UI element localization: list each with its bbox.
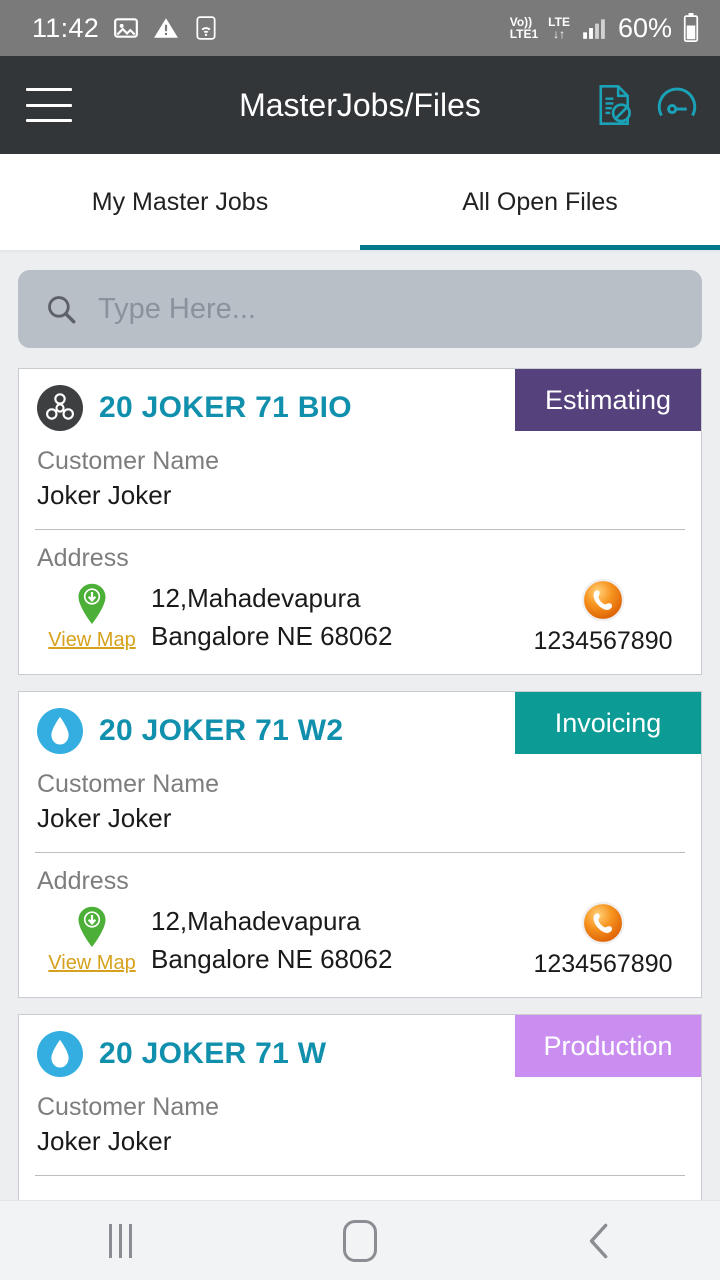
map-pin-icon (74, 581, 110, 627)
address-line-1: 12,Mahadevapura (151, 905, 361, 936)
lte-indicator: LTE ↓↑ (548, 15, 570, 41)
customer-name-field: Customer Name Joker Joker (19, 1093, 701, 1157)
warning-icon (153, 15, 179, 41)
job-card-list[interactable]: Estimating 20 JOKER 71 BIO Customer Name… (0, 368, 720, 1200)
status-bar: 11:42 Vo)) LTE1 LTE ↓↑ 60% (0, 0, 720, 56)
address-line-2: Bangalore NE 68062 (151, 620, 393, 651)
view-map-link[interactable]: View Map (48, 952, 135, 975)
phone-number: 1234567890 (533, 950, 673, 978)
home-icon[interactable] (300, 1201, 420, 1280)
tab-all-open-files[interactable]: All Open Files (360, 154, 720, 250)
address-lines: 12,Mahadevapura Bangalore NE 68062 (147, 577, 523, 656)
status-badge: Production (515, 1015, 701, 1077)
job-title: 20 JOKER 71 W2 (99, 714, 344, 747)
card-divider (35, 852, 685, 853)
customer-name-value: Joker Joker (37, 480, 172, 510)
address-label-wrap: Address (19, 867, 701, 896)
recents-icon[interactable] (60, 1201, 180, 1280)
customer-name-value: Joker Joker (37, 803, 172, 833)
gauge-icon[interactable] (656, 84, 698, 126)
tab-active-indicator (360, 245, 720, 250)
phone-number: 1234567890 (533, 627, 673, 655)
address-label: Address (37, 867, 129, 895)
phone-group[interactable]: 1234567890 (523, 900, 683, 979)
signal-bars-icon (580, 15, 608, 41)
search-placeholder: Type Here... (98, 292, 256, 325)
customer-name-label: Customer Name (37, 447, 219, 475)
customer-name-value: Joker Joker (37, 1126, 172, 1156)
map-link-group[interactable]: View Map (37, 577, 147, 656)
search-icon (44, 292, 78, 326)
volte-indicator: Vo)) LTE1 (509, 15, 539, 41)
tab-bar: My Master Jobs All Open Files (0, 154, 720, 250)
app-bar: MasterJobs/Files (0, 56, 720, 154)
phone-screen: 11:42 Vo)) LTE1 LTE ↓↑ 60% MasterJobs/Fi… (0, 0, 720, 1280)
address-row: View Map 12,Mahadevapura Bangalore NE 68… (19, 577, 701, 674)
address-label-wrap: Address (19, 544, 701, 573)
battery-percent: 60% (617, 12, 672, 43)
search-section: Type Here... (0, 254, 720, 368)
card-divider (35, 1175, 685, 1176)
view-map-link[interactable]: View Map (48, 629, 135, 652)
document-blocked-icon[interactable] (596, 84, 634, 126)
address-line-2: Bangalore NE 68062 (151, 943, 393, 974)
status-time: 11:42 (32, 12, 100, 43)
job-card[interactable]: Production 20 JOKER 71 W Customer Name J… (18, 1014, 702, 1200)
hamburger-menu-icon[interactable] (26, 88, 72, 122)
wifi-icon (193, 15, 219, 41)
job-card[interactable]: Estimating 20 JOKER 71 BIO Customer Name… (18, 368, 702, 675)
app-bar-actions (596, 84, 698, 126)
job-card[interactable]: Invoicing 20 JOKER 71 W2 Customer Name J… (18, 691, 702, 998)
water-drop-icon (37, 708, 83, 754)
phone-group[interactable]: 1234567890 (523, 577, 683, 656)
search-input[interactable]: Type Here... (18, 270, 702, 348)
map-pin-icon (74, 904, 110, 950)
customer-name-label: Customer Name (37, 1093, 219, 1121)
back-icon[interactable] (540, 1201, 660, 1280)
job-title: 20 JOKER 71 W (99, 1037, 327, 1070)
job-title: 20 JOKER 71 BIO (99, 391, 352, 424)
tab-my-master-jobs[interactable]: My Master Jobs (0, 154, 360, 250)
customer-name-field: Customer Name Joker Joker (19, 447, 701, 511)
address-label: Address (37, 544, 129, 572)
card-divider (35, 529, 685, 530)
customer-name-field: Customer Name Joker Joker (19, 770, 701, 834)
call-icon[interactable] (580, 900, 626, 946)
status-badge: Estimating (515, 369, 701, 431)
status-bar-left: 11:42 (32, 13, 219, 44)
biohazard-icon (37, 385, 83, 431)
address-row: View Map 12,Mahadevapura Bangalore NE 68… (19, 900, 701, 997)
status-bar-right: Vo)) LTE1 LTE ↓↑ 60% (510, 13, 700, 44)
water-drop-icon (37, 1031, 83, 1077)
call-icon[interactable] (580, 577, 626, 623)
battery-icon (682, 13, 700, 43)
address-line-1: 12,Mahadevapura (151, 582, 361, 613)
address-lines: 12,Mahadevapura Bangalore NE 68062 (147, 900, 523, 979)
android-nav-bar (0, 1200, 720, 1280)
customer-name-label: Customer Name (37, 770, 219, 798)
status-badge: Invoicing (515, 692, 701, 754)
image-icon (113, 15, 139, 41)
map-link-group[interactable]: View Map (37, 900, 147, 979)
